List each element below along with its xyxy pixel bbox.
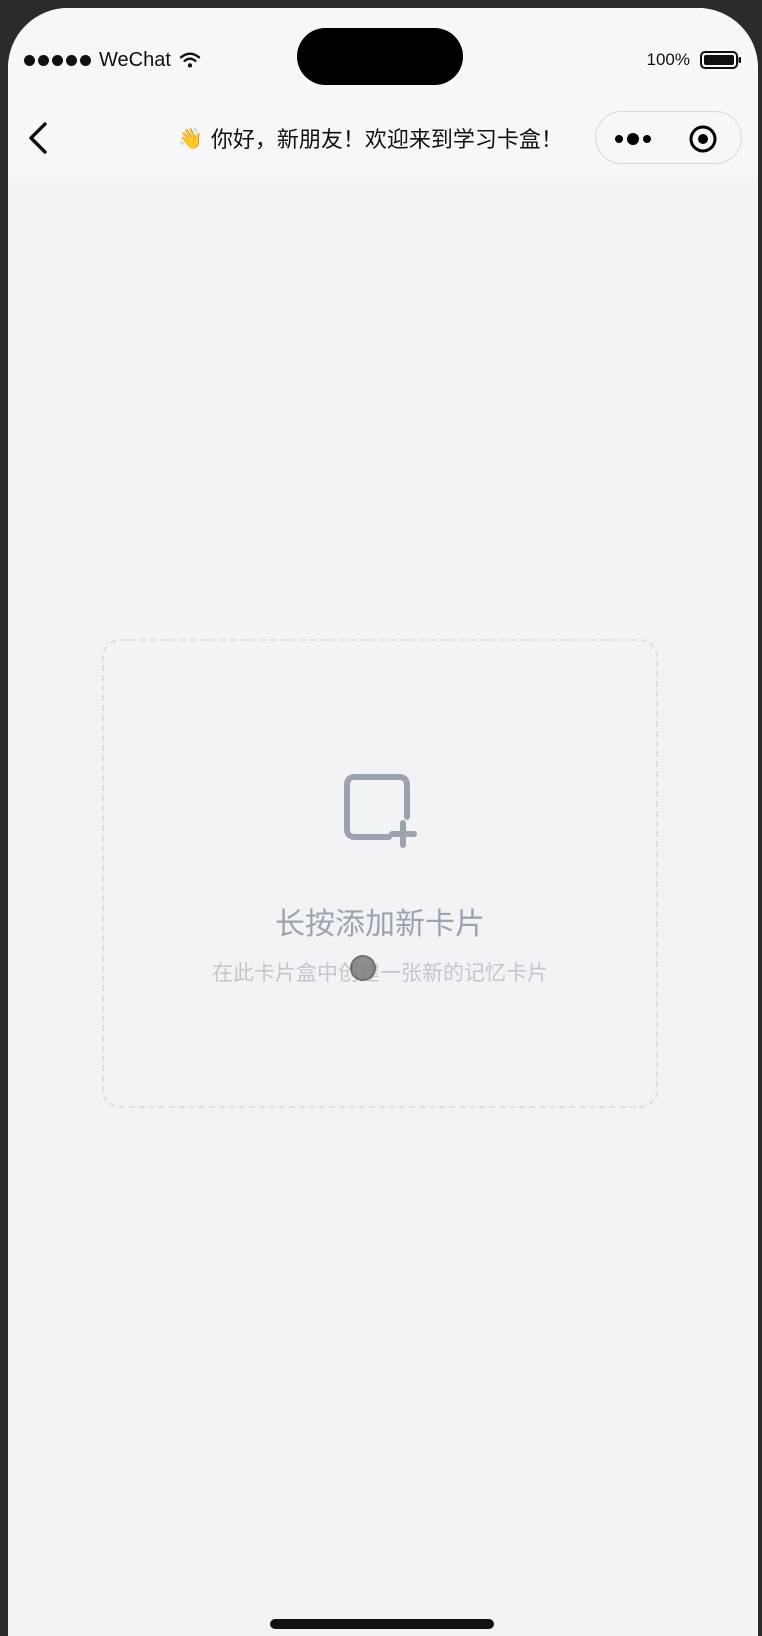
target-close-icon [689,125,717,152]
dynamic-island [297,28,463,85]
signal-dots-icon [24,54,91,66]
close-miniprogram-button[interactable] [675,112,731,165]
page-title: 👋 你好，新朋友！欢迎来到学习卡盒！ [178,120,563,156]
battery-icon [700,51,741,69]
miniprogram-capsule [595,111,742,164]
square-plus-icon [344,774,417,848]
more-dots-icon [615,132,651,145]
add-card-area[interactable]: 长按添加新卡片 在此卡片盒中创建一张新的记忆卡片 [102,639,658,1108]
wifi-icon [179,52,201,68]
page-title-text: 你好，新朋友！欢迎来到学习卡盒！ [210,128,563,153]
touch-indicator [350,955,376,981]
carrier-label: WeChat [99,48,171,71]
home-indicator[interactable] [270,1619,494,1629]
battery-percentage: 100% [646,50,690,69]
waving-hand-icon: 👋 [178,126,203,150]
back-button[interactable] [16,116,60,160]
add-card-subtitle: 在此卡片盒中创建一张新的记忆卡片 [212,961,548,985]
add-card-title: 长按添加新卡片 [275,907,485,942]
more-button[interactable] [604,112,664,165]
status-bar-right: 100% [647,44,742,76]
chevron-left-icon [29,122,47,154]
status-bar-left: WeChat [24,44,201,76]
top-bar: WeChat 100% 👋 你好，新朋友！欢迎来到学习卡盒！ [8,8,758,178]
phone-screen: WeChat 100% 👋 你好，新朋友！欢迎来到学习卡盒！ 长按添加新卡片 在… [8,8,758,1636]
